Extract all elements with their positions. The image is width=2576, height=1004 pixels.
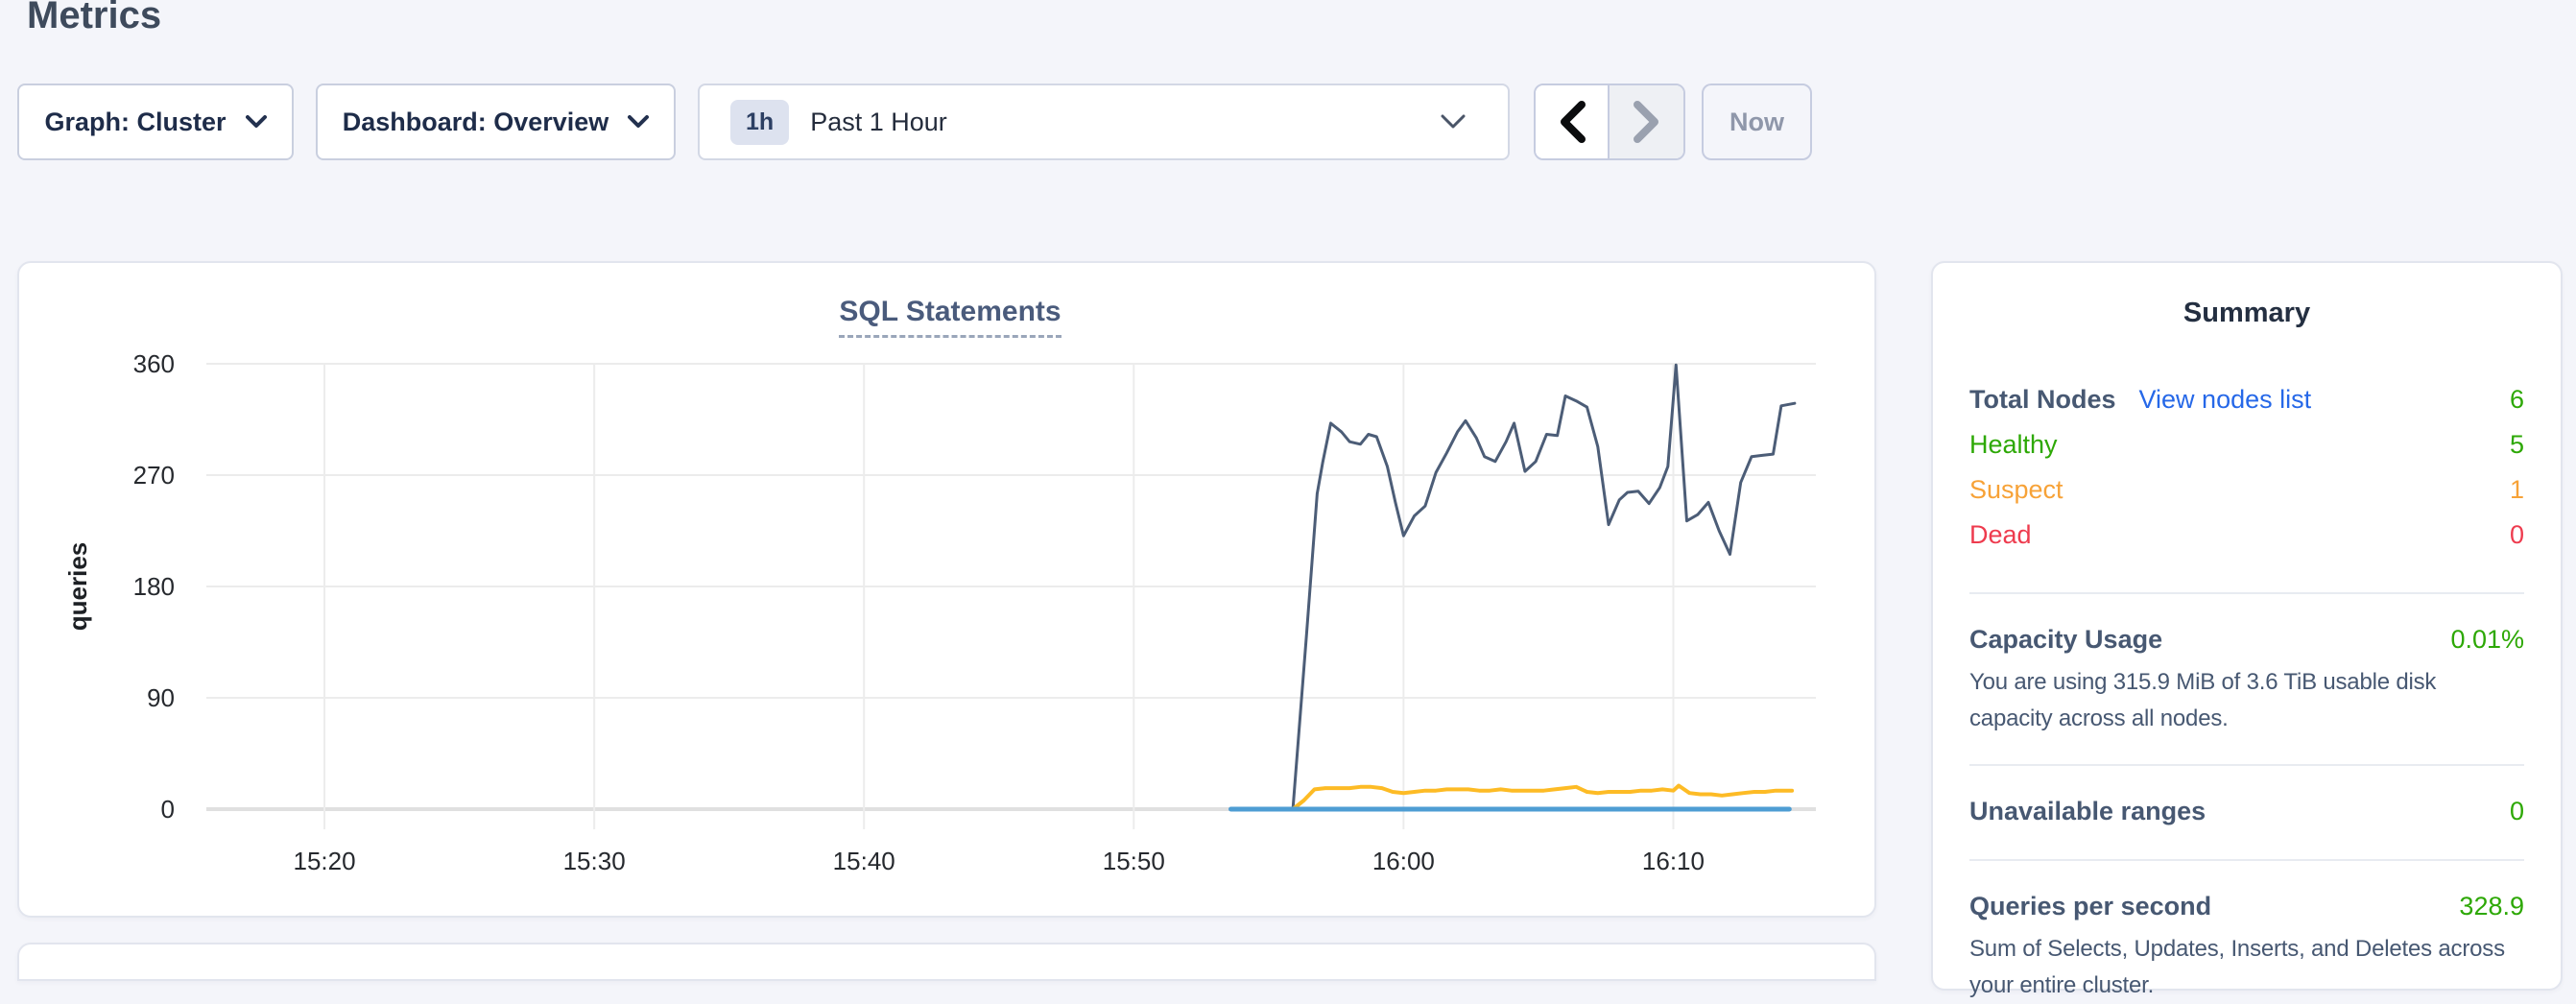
svg-text:15:40: 15:40 (833, 847, 895, 875)
dashboard-dropdown-label: Dashboard: Overview (343, 108, 609, 137)
svg-text:16:10: 16:10 (1642, 847, 1705, 875)
time-window-selector[interactable]: 1h Past 1 Hour (698, 84, 1510, 160)
summary-card: Summary Total Nodes View nodes list 6 He… (1931, 261, 2563, 991)
summary-title: Summary (1969, 298, 2524, 329)
chart-card: SQL Statements 09018027036015:2015:3015:… (17, 261, 1876, 918)
capacity-usage-row: Capacity Usage 0.01% (1969, 623, 2524, 660)
dead-nodes-value: 0 (2510, 520, 2524, 550)
svg-text:15:20: 15:20 (294, 847, 356, 875)
time-window-badge: 1h (730, 100, 789, 145)
svg-text:queries: queries (63, 542, 92, 632)
dead-nodes-row: Dead 0 (1969, 520, 2524, 565)
total-nodes-row: Total Nodes View nodes list 6 (1969, 385, 2524, 430)
unavailable-ranges-row: Unavailable ranges 0 (1969, 795, 2524, 832)
unavailable-ranges-value: 0 (2510, 797, 2524, 826)
svg-text:180: 180 (133, 572, 175, 601)
summary-divider (1969, 859, 2524, 861)
total-nodes-label: Total Nodes (1969, 385, 2116, 415)
time-window-label: Past 1 Hour (810, 108, 947, 137)
healthy-nodes-value: 5 (2510, 430, 2524, 460)
chevron-down-icon (246, 115, 267, 129)
unavailable-ranges-label: Unavailable ranges (1969, 797, 2206, 826)
next-time-button[interactable] (1610, 85, 1683, 158)
view-nodes-link[interactable]: View nodes list (2139, 385, 2312, 415)
chevron-left-icon (1559, 101, 1586, 143)
graph-dropdown[interactable]: Graph: Cluster (17, 84, 294, 160)
chevron-down-icon (1441, 114, 1466, 130)
capacity-usage-value: 0.01% (2450, 625, 2524, 655)
capacity-usage-description: You are using 315.9 MiB of 3.6 TiB usabl… (1969, 664, 2524, 737)
graph-dropdown-label: Graph: Cluster (44, 108, 226, 137)
page-title: Metrics (27, 0, 161, 37)
svg-text:360: 360 (133, 349, 175, 378)
queries-per-second-description: Sum of Selects, Updates, Inserts, and De… (1969, 931, 2524, 1004)
next-chart-card-partial (17, 943, 1876, 981)
svg-text:0: 0 (161, 795, 175, 824)
sql-statements-chart[interactable]: 0 90 180 270 360 15:20 15:30 15:40 15:50 16:00 16:… (19, 263, 1874, 916)
queries-per-second-row: Queries per second 328.9 (1969, 890, 2524, 927)
svg-text:270: 270 (133, 461, 175, 490)
healthy-nodes-row: Healthy 5 (1969, 430, 2524, 475)
healthy-nodes-label: Healthy (1969, 430, 2058, 460)
total-nodes-value: 6 (2510, 385, 2524, 415)
capacity-usage-label: Capacity Usage (1969, 625, 2162, 655)
summary-divider (1969, 764, 2524, 766)
suspect-nodes-value: 1 (2510, 475, 2524, 505)
svg-text:90: 90 (147, 683, 175, 712)
chevron-right-icon (1634, 101, 1660, 143)
prev-time-button[interactable] (1536, 85, 1610, 158)
svg-text:16:00: 16:00 (1372, 847, 1435, 875)
svg-text:15:30: 15:30 (563, 847, 626, 875)
queries-per-second-label: Queries per second (1969, 892, 2211, 921)
dead-nodes-label: Dead (1969, 520, 2032, 550)
chevron-down-icon (628, 115, 649, 129)
svg-text:15:50: 15:50 (1103, 847, 1165, 875)
now-button[interactable]: Now (1702, 84, 1812, 160)
suspect-nodes-label: Suspect (1969, 475, 2063, 505)
summary-divider (1969, 592, 2524, 594)
queries-per-second-value: 328.9 (2459, 892, 2524, 921)
time-window-step-group (1534, 84, 1685, 160)
suspect-nodes-row: Suspect 1 (1969, 475, 2524, 520)
dashboard-dropdown[interactable]: Dashboard: Overview (316, 84, 676, 160)
